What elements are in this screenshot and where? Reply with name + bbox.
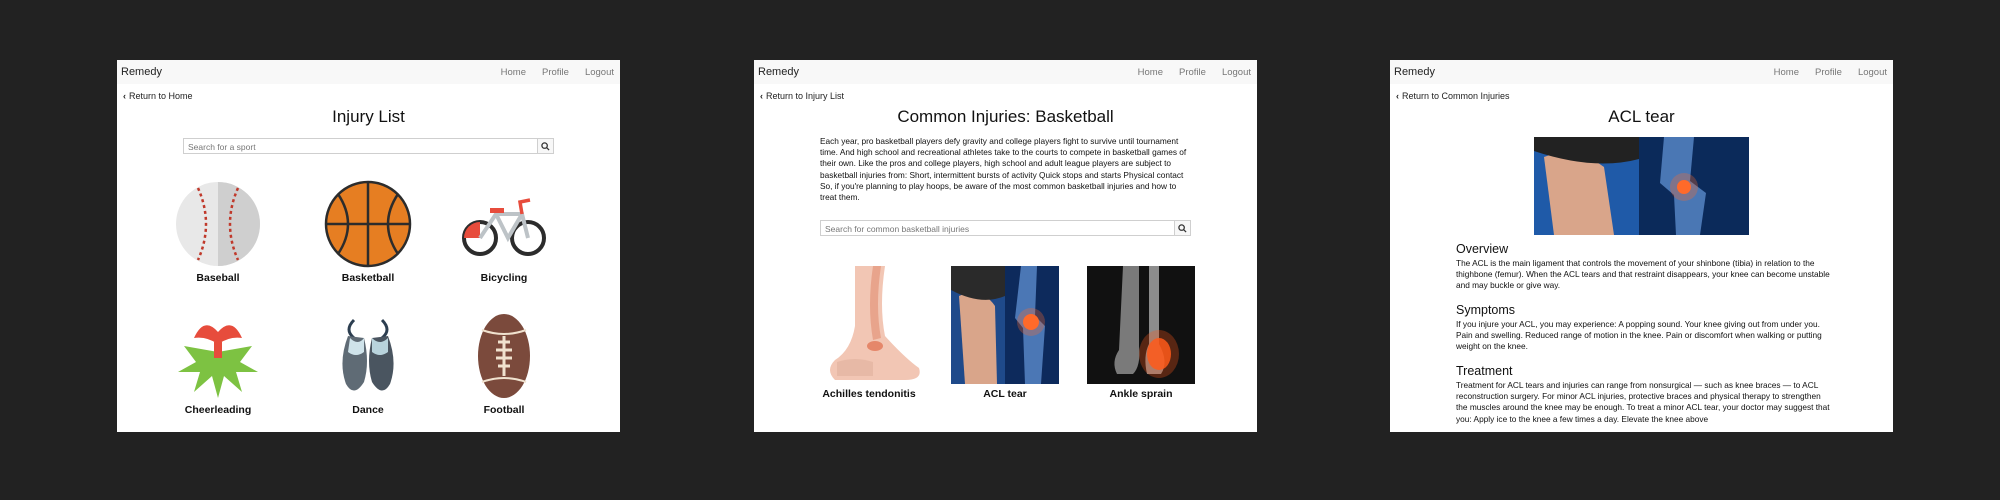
baseball-icon (176, 182, 260, 266)
sport-tile-bicycling[interactable]: Bicycling (449, 180, 559, 284)
back-link[interactable]: ‹ Return to Injury List (754, 84, 1257, 101)
intro-paragraph: Each year, pro basketball players defy g… (820, 136, 1187, 203)
sport-label: Cheerleading (184, 404, 252, 416)
nav-home-link[interactable]: Home (501, 67, 526, 78)
basketball-icon (324, 180, 412, 268)
back-link[interactable]: ‹ Return to Home (117, 84, 620, 101)
ankle-sprain-image (1087, 266, 1195, 384)
back-link-label: Return to Injury List (766, 91, 845, 101)
sport-label: Baseball (196, 272, 240, 284)
overview-text: The ACL is the main ligament that contro… (1456, 258, 1830, 291)
back-link[interactable]: ‹ Return to Common Injuries (1390, 84, 1893, 101)
page-title: Common Injuries: Basketball (897, 107, 1114, 126)
page-title: Injury List (332, 107, 405, 126)
pompom-icon (178, 325, 258, 398)
sport-label: Football (483, 404, 525, 416)
stage: Remedy Home Profile Logout ‹ Return to H… (0, 0, 2000, 500)
brand-link[interactable]: Remedy (758, 66, 799, 78)
achilles-image (815, 266, 923, 384)
nav-links: Home Profile Logout (485, 67, 614, 78)
overview-heading: Overview (1456, 242, 1509, 256)
nav-profile-link[interactable]: Profile (1179, 67, 1206, 78)
acl-hero-image (1534, 137, 1749, 235)
acl-tear-image (951, 266, 1059, 384)
brand-link[interactable]: Remedy (1394, 66, 1435, 78)
back-link-label: Return to Home (129, 91, 193, 101)
football-icon (478, 314, 530, 398)
navbar: Remedy Home Profile Logout (1390, 60, 1893, 84)
symptoms-text: If you injure your ACL, you may experien… (1456, 319, 1822, 352)
brand-link[interactable]: Remedy (121, 66, 162, 78)
nav-links: Home Profile Logout (1122, 67, 1251, 78)
back-link-label: Return to Common Injuries (1402, 91, 1510, 101)
sport-search: Search for a sport (183, 138, 554, 154)
chevron-left-icon: ‹ (1396, 91, 1399, 101)
chevron-left-icon: ‹ (123, 91, 126, 101)
page-title: ACL tear (1608, 107, 1675, 126)
search-icon (541, 141, 550, 151)
injury-tile-ankle[interactable]: Ankle sprain (1086, 266, 1196, 400)
nav-logout-link[interactable]: Logout (1858, 67, 1887, 78)
nav-profile-link[interactable]: Profile (542, 67, 569, 78)
injury-label: Ankle sprain (1109, 388, 1173, 400)
nav-links: Home Profile Logout (1758, 67, 1887, 78)
symptoms-heading: Symptoms (1456, 303, 1516, 317)
ballet-shoes-icon (342, 318, 394, 391)
nav-logout-link[interactable]: Logout (585, 67, 614, 78)
nav-home-link[interactable]: Home (1774, 67, 1799, 78)
treatment-heading: Treatment (1456, 364, 1513, 378)
search-button[interactable] (537, 139, 553, 153)
injury-tile-achilles[interactable]: Achilles tendonitis (814, 266, 924, 400)
sport-tile-football[interactable]: Football (449, 312, 559, 416)
screen-common-injuries: Remedy Home Profile Logout ‹ Return to I… (754, 60, 1257, 432)
nav-profile-link[interactable]: Profile (1815, 67, 1842, 78)
nav-home-link[interactable]: Home (1138, 67, 1163, 78)
sport-tile-cheerleading[interactable]: Cheerleading (163, 312, 273, 416)
injury-label: Achilles tendonitis (822, 388, 916, 400)
injury-tile-acl[interactable]: ACL tear (950, 266, 1060, 400)
injury-label: ACL tear (983, 388, 1027, 400)
screen-injury-detail: Remedy Home Profile Logout ‹ Return to C… (1390, 60, 1893, 432)
screen-injury-list: Remedy Home Profile Logout ‹ Return to H… (117, 60, 620, 432)
search-input[interactable]: Search for a sport (184, 139, 537, 153)
navbar: Remedy Home Profile Logout (754, 60, 1257, 84)
sport-label: Basketball (341, 272, 395, 284)
search-input[interactable]: Search for common basketball injuries (821, 221, 1174, 235)
treatment-text: Treatment for ACL tears and injuries can… (1456, 380, 1830, 424)
injury-search: Search for common basketball injuries (820, 220, 1191, 236)
chevron-left-icon: ‹ (760, 91, 763, 101)
sport-tile-basketball[interactable]: Basketball (313, 180, 423, 284)
navbar: Remedy Home Profile Logout (117, 60, 620, 84)
sport-tile-baseball[interactable]: Baseball (163, 180, 273, 284)
nav-logout-link[interactable]: Logout (1222, 67, 1251, 78)
sport-tile-dance[interactable]: Dance (313, 312, 423, 416)
search-button[interactable] (1174, 221, 1190, 235)
search-icon (1178, 223, 1187, 233)
bicycle-icon (462, 198, 546, 256)
sport-label: Dance (352, 404, 384, 416)
sport-label: Bicycling (480, 272, 528, 284)
